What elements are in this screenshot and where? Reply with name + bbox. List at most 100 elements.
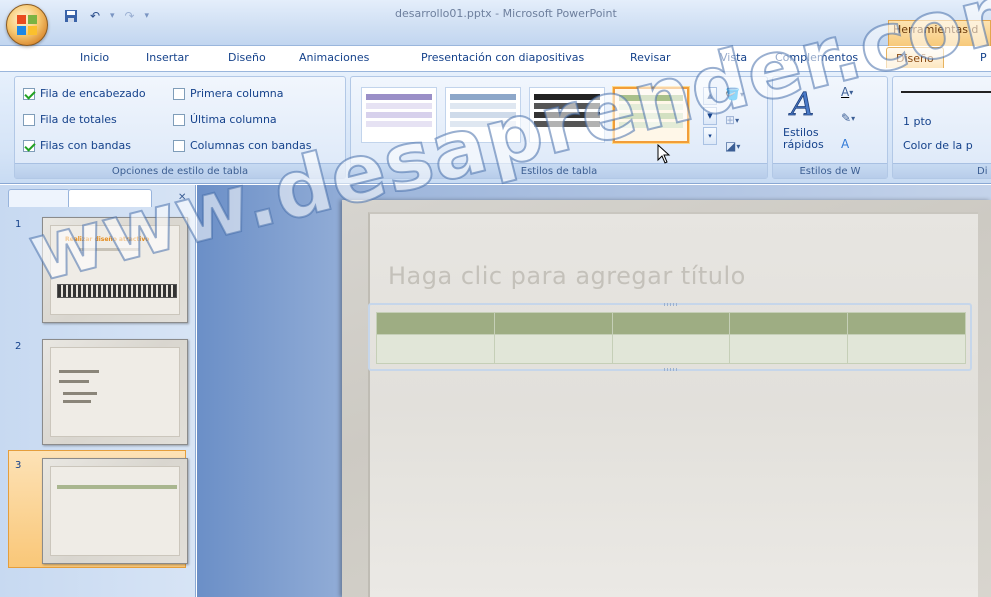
table-cell[interactable] xyxy=(376,334,495,364)
pen-color-label[interactable]: Color de la p xyxy=(903,139,973,152)
first-column-label: Primera columna xyxy=(190,87,284,100)
tab-diseno-tabla[interactable]: Diseño xyxy=(886,47,944,68)
save-icon[interactable] xyxy=(62,8,80,24)
quick-styles-button[interactable]: Estilos rápidos xyxy=(783,127,833,151)
gallery-up-icon[interactable]: ▲ xyxy=(703,87,717,105)
outline-tab[interactable] xyxy=(8,189,70,207)
total-row-checkbox[interactable] xyxy=(23,113,35,126)
table-cell[interactable] xyxy=(493,311,613,336)
window-title: desarrollo01.pptx - Microsoft PowerPoint xyxy=(395,7,617,20)
slide-thumbnail[interactable] xyxy=(42,339,188,445)
option-header-row[interactable]: Fila de encabezado xyxy=(23,87,146,100)
group-label-table-styles: Estilos de tabla xyxy=(351,163,767,178)
group-label-style-options: Opciones de estilo de tabla xyxy=(15,163,345,178)
text-fill-button[interactable]: A ▾ xyxy=(841,83,867,101)
ribbon-tabs: Inicio Insertar Diseño Animaciones Prese… xyxy=(0,47,991,71)
table-style-3[interactable] xyxy=(529,87,605,143)
total-row-label: Fila de totales xyxy=(40,113,117,126)
ribbon: Fila de encabezado Fila de totales Filas… xyxy=(0,71,991,184)
quick-access-toolbar: ↶ ▾ ↷ ▾ xyxy=(62,8,149,24)
effects-button[interactable]: ◪ ▾ xyxy=(725,137,751,155)
group-label-wordart: Estilos de W xyxy=(773,163,887,178)
option-banded-rows[interactable]: Filas con bandas xyxy=(23,139,131,152)
header-row-checkbox[interactable] xyxy=(23,87,35,100)
table-cell[interactable] xyxy=(729,334,849,364)
office-logo-icon xyxy=(17,15,37,35)
redo-icon[interactable]: ↷ xyxy=(121,8,139,24)
slide-table[interactable] xyxy=(376,311,966,364)
table-cell[interactable] xyxy=(376,311,495,336)
tab-revisar[interactable]: Revisar xyxy=(630,51,670,64)
gallery-more-icon[interactable]: ▾ xyxy=(703,127,717,145)
title-bar: ↶ ▾ ↷ ▾ desarrollo01.pptx - Microsoft Po… xyxy=(0,0,991,46)
header-row-label: Fila de encabezado xyxy=(40,87,146,100)
slides-tab[interactable] xyxy=(68,189,152,207)
slide-number: 2 xyxy=(15,341,22,352)
slides-pane: ✕ 1 Realizar diseño atractivo 2 3 xyxy=(0,185,196,597)
table-style-2[interactable] xyxy=(445,87,521,143)
pen-weight-label[interactable]: 1 pto xyxy=(903,115,932,128)
table-row xyxy=(376,334,966,364)
pane-tabs: ✕ xyxy=(8,189,186,209)
group-draw-borders: 1 pto Color de la p Di xyxy=(892,76,991,179)
slide-thumbnail[interactable]: Realizar diseño atractivo xyxy=(42,217,188,323)
text-effects-icon: A xyxy=(841,137,850,151)
svg-text:A: A xyxy=(788,85,814,121)
table-style-4-selected[interactable] xyxy=(613,87,689,143)
slide-thumbnail-selected[interactable] xyxy=(42,458,188,564)
customize-qat-icon[interactable]: ▾ xyxy=(145,11,150,21)
tab-presentacion-tabla[interactable]: P xyxy=(980,51,987,64)
current-slide[interactable] xyxy=(342,200,991,597)
last-column-checkbox[interactable] xyxy=(173,113,185,126)
slide-1-title: Realizar diseño atractivo xyxy=(65,236,150,243)
undo-icon[interactable]: ↶ xyxy=(86,8,104,24)
option-first-column[interactable]: Primera columna xyxy=(173,87,284,100)
group-label-draw-borders: Di xyxy=(893,163,991,178)
banded-rows-checkbox[interactable] xyxy=(23,139,35,152)
first-column-checkbox[interactable] xyxy=(173,87,185,100)
tab-vista[interactable]: Vista xyxy=(720,51,747,64)
table-cell[interactable] xyxy=(847,311,966,336)
group-table-styles: ▲ ▼ ▾ 🪣 ▾ ⊞ ▾ ◪ ▾ Estilos de tabla xyxy=(350,76,768,179)
table-style-1[interactable] xyxy=(361,87,437,143)
text-effects-button[interactable]: A xyxy=(841,135,867,153)
gallery-down-icon[interactable]: ▼ xyxy=(703,107,717,125)
text-fill-icon: A xyxy=(841,85,850,99)
slide-number: 1 xyxy=(15,219,22,230)
resize-handle-top[interactable] xyxy=(664,303,678,306)
tab-inicio[interactable]: Inicio xyxy=(80,51,109,64)
mouse-pointer-icon xyxy=(657,144,671,164)
close-pane-icon[interactable]: ✕ xyxy=(178,192,186,203)
banded-rows-label: Filas con bandas xyxy=(40,139,132,152)
tab-complementos[interactable]: Complementos xyxy=(775,51,858,64)
borders-button[interactable]: ⊞ ▾ xyxy=(725,111,751,129)
table-cell[interactable] xyxy=(493,334,613,364)
table-cell[interactable] xyxy=(611,311,731,336)
tab-animaciones[interactable]: Animaciones xyxy=(299,51,369,64)
table-cell[interactable] xyxy=(729,311,849,336)
banded-columns-checkbox[interactable] xyxy=(173,139,185,152)
slide-number: 3 xyxy=(15,460,22,471)
last-column-label: Última columna xyxy=(190,113,277,126)
group-table-style-options: Fila de encabezado Fila de totales Filas… xyxy=(14,76,346,179)
effects-icon: ◪ xyxy=(725,139,737,153)
table-cell[interactable] xyxy=(847,334,966,364)
tab-diseno[interactable]: Diseño xyxy=(228,51,266,64)
shading-button[interactable]: 🪣 ▾ xyxy=(725,85,751,103)
tab-insertar[interactable]: Insertar xyxy=(146,51,189,64)
office-button[interactable] xyxy=(6,4,48,46)
text-outline-button[interactable]: ✎ ▾ xyxy=(841,109,867,127)
title-placeholder[interactable]: Haga clic para agregar título xyxy=(388,262,746,290)
paint-bucket-icon: 🪣 xyxy=(725,87,740,101)
option-total-row[interactable]: Fila de totales xyxy=(23,113,117,126)
table-header-row xyxy=(376,311,966,336)
undo-dropdown-icon[interactable]: ▾ xyxy=(110,11,115,21)
resize-handle-bottom[interactable] xyxy=(664,368,678,371)
option-last-column[interactable]: Última columna xyxy=(173,113,277,126)
option-banded-columns[interactable]: Columnas con bandas xyxy=(173,139,312,152)
pen-style-line[interactable] xyxy=(901,91,991,93)
wordart-a-icon[interactable]: A xyxy=(787,83,825,124)
tab-presentacion[interactable]: Presentación con diapositivas xyxy=(421,51,584,64)
group-wordart-styles: A Estilos rápidos A ▾ ✎ ▾ A Estilos de W xyxy=(772,76,888,179)
table-cell[interactable] xyxy=(611,334,731,364)
